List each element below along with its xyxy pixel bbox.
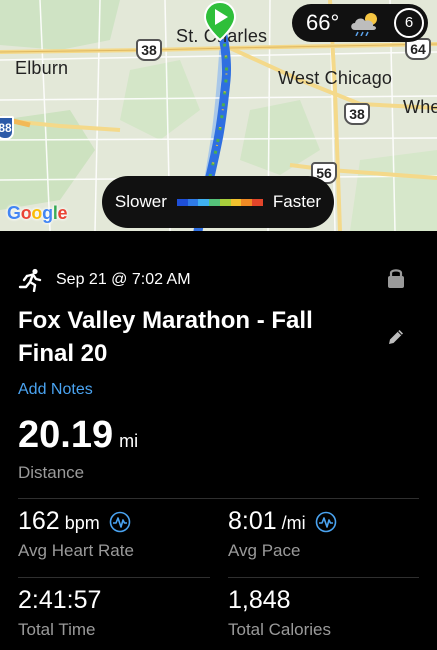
- heart-rate-unit: bpm: [64, 513, 100, 533]
- total-calories-value: 1,848: [228, 586, 291, 614]
- pace-gradient-bar: [176, 198, 263, 206]
- legend-faster-label: Faster: [272, 192, 322, 211]
- total-calories-label: Total Calories: [228, 620, 331, 639]
- pace-gradient-segment: [219, 198, 231, 206]
- pace-label: Avg Pace: [228, 541, 301, 560]
- legend-slower-label: Slower: [114, 192, 167, 211]
- google-logo-letter: e: [57, 203, 68, 223]
- distance-value-row: 20.19 mi: [18, 414, 138, 457]
- cloud-sun-rain-icon: [351, 13, 378, 36]
- interstate-88-shield: 88: [0, 116, 14, 140]
- total-calories-stat: 1,848 Total Calories: [228, 586, 331, 640]
- total-time-label: Total Time: [18, 620, 96, 639]
- activity-details: Sep 21 @ 7:02 AM Fox Valley Marathon - F…: [0, 231, 437, 650]
- heart-rate-stat[interactable]: 162 bpm Avg Heart Rate: [18, 507, 134, 561]
- weather-temperature: 66°: [306, 10, 340, 35]
- pace-value: 8:01: [228, 507, 277, 535]
- pace-gradient-segment: [241, 198, 253, 206]
- pace-gradient-segment: [209, 198, 220, 206]
- map-label-elburn: Elburn: [15, 58, 69, 78]
- pace-gradient-segment: [198, 198, 210, 206]
- total-time-value: 2:41:57: [18, 586, 102, 614]
- activity-date-row: Sep 21 @ 7:02 AM: [18, 268, 191, 292]
- pace-chart-icon[interactable]: [315, 511, 337, 533]
- air-quality-badge: 6: [394, 8, 424, 38]
- pace-gradient-segment: [187, 198, 199, 206]
- pace-gradient-segment: [230, 198, 242, 206]
- start-pin-icon[interactable]: [204, 1, 236, 41]
- distance-unit: mi: [119, 431, 139, 451]
- map-label-wheaton: Whe: [403, 97, 437, 117]
- google-logo: Google: [7, 203, 68, 224]
- route-map[interactable]: St. Charles Elburn West Chicago Whe 38 3…: [0, 0, 437, 231]
- lock-icon[interactable]: [386, 267, 406, 289]
- heart-rate-value: 162: [18, 507, 60, 535]
- google-logo-letter: G: [7, 203, 21, 223]
- route-38-shield: 38: [136, 39, 162, 61]
- heart-rate-label: Avg Heart Rate: [18, 541, 134, 560]
- activity-date: Sep 21 @ 7:02 AM: [56, 271, 191, 288]
- add-notes-link[interactable]: Add Notes: [18, 381, 93, 399]
- distance-label: Distance: [18, 463, 85, 482]
- pencil-icon[interactable]: [386, 327, 406, 347]
- weather-pill[interactable]: 66° 6: [292, 4, 428, 42]
- heart-rate-chart-icon[interactable]: [109, 511, 131, 533]
- map-label-west-chicago: West Chicago: [278, 68, 393, 88]
- route-38-shield-east: 38: [344, 103, 370, 125]
- running-person-icon: [18, 268, 42, 292]
- google-logo-letter: o: [20, 203, 32, 223]
- pace-unit: /mi: [281, 513, 306, 533]
- distance-value: 20.19: [18, 414, 114, 456]
- divider: [18, 577, 210, 578]
- google-logo-letter: o: [31, 203, 43, 223]
- total-time-stat: 2:41:57 Total Time: [18, 586, 101, 640]
- pace-legend: Slower Faster: [102, 176, 334, 228]
- pace-gradient-segment: [176, 198, 188, 206]
- divider: [228, 577, 419, 578]
- pace-stat[interactable]: 8:01 /mi Avg Pace: [228, 507, 337, 561]
- divider: [18, 498, 419, 499]
- pace-gradient-segment: [252, 198, 263, 206]
- google-logo-letter: g: [42, 203, 53, 223]
- activity-title: Fox Valley Marathon - Fall Final 20: [18, 307, 313, 367]
